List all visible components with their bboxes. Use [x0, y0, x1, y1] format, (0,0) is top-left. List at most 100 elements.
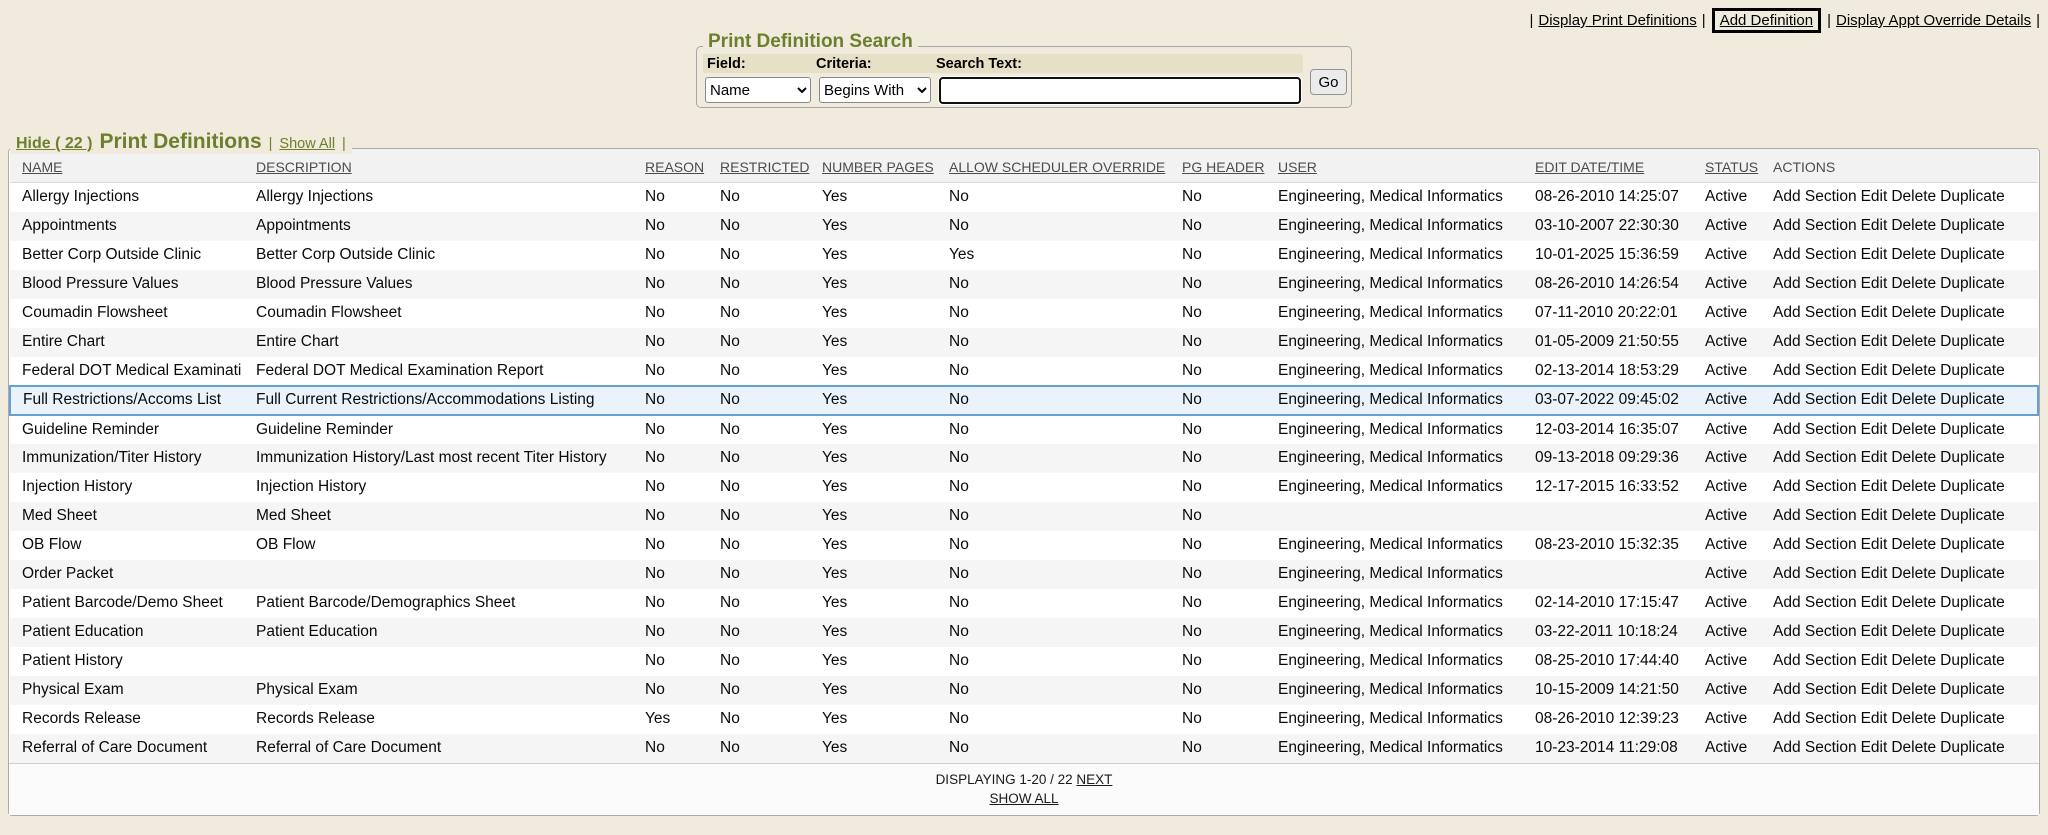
table-row[interactable]: Coumadin FlowsheetCoumadin FlowsheetNoNo… [10, 299, 2038, 328]
edit-action-link[interactable]: Edit [1861, 565, 1888, 582]
edit-action-link[interactable]: Edit [1861, 188, 1888, 205]
add-section-action-link[interactable]: Add Section [1773, 391, 1857, 408]
delete-action-link[interactable]: Delete [1891, 507, 1936, 524]
duplicate-action-link[interactable]: Duplicate [1940, 333, 2005, 350]
duplicate-action-link[interactable]: Duplicate [1940, 421, 2005, 438]
add-section-action-link[interactable]: Add Section [1773, 739, 1857, 756]
delete-action-link[interactable]: Delete [1891, 275, 1936, 292]
delete-action-link[interactable]: Delete [1891, 362, 1936, 379]
table-row[interactable]: Full Restrictions/Accoms ListFull Curren… [10, 386, 2038, 415]
edit-action-link[interactable]: Edit [1861, 333, 1888, 350]
add-section-action-link[interactable]: Add Section [1773, 536, 1857, 553]
display-appt-override-details-link[interactable]: Display Appt Override Details [1836, 12, 2031, 29]
delete-action-link[interactable]: Delete [1891, 652, 1936, 669]
table-row[interactable]: Federal DOT Medical ExaminatiFederal DOT… [10, 357, 2038, 386]
table-row[interactable]: Injection HistoryInjection HistoryNoNoYe… [10, 473, 2038, 502]
add-section-action-link[interactable]: Add Section [1773, 188, 1857, 205]
delete-action-link[interactable]: Delete [1891, 449, 1936, 466]
add-section-action-link[interactable]: Add Section [1773, 246, 1857, 263]
edit-action-link[interactable]: Edit [1861, 681, 1888, 698]
edit-action-link[interactable]: Edit [1861, 478, 1888, 495]
edit-action-link[interactable]: Edit [1861, 536, 1888, 553]
table-row[interactable]: OB FlowOB FlowNoNoYesNoNoEngineering, Me… [10, 531, 2038, 560]
column-header-edit-datetime[interactable]: EDIT DATE/TIME [1535, 149, 1705, 183]
delete-action-link[interactable]: Delete [1891, 421, 1936, 438]
column-header-user[interactable]: USER [1278, 149, 1535, 183]
table-row[interactable]: Patient HistoryNoNoYesNoNoEngineering, M… [10, 647, 2038, 676]
edit-action-link[interactable]: Edit [1861, 652, 1888, 669]
delete-action-link[interactable]: Delete [1891, 333, 1936, 350]
duplicate-action-link[interactable]: Duplicate [1940, 449, 2005, 466]
table-row[interactable]: AppointmentsAppointmentsNoNoYesNoNoEngin… [10, 212, 2038, 241]
add-section-action-link[interactable]: Add Section [1773, 478, 1857, 495]
add-section-action-link[interactable]: Add Section [1773, 304, 1857, 321]
column-header-number-pages[interactable]: NUMBER PAGES [822, 149, 949, 183]
delete-action-link[interactable]: Delete [1891, 217, 1936, 234]
duplicate-action-link[interactable]: Duplicate [1940, 507, 2005, 524]
duplicate-action-link[interactable]: Duplicate [1940, 275, 2005, 292]
duplicate-action-link[interactable]: Duplicate [1940, 188, 2005, 205]
table-row[interactable]: Med SheetMed SheetNoNoYesNoNoActiveAdd S… [10, 502, 2038, 531]
table-row[interactable]: Blood Pressure ValuesBlood Pressure Valu… [10, 270, 2038, 299]
go-button[interactable]: Go [1310, 69, 1347, 95]
add-section-action-link[interactable]: Add Section [1773, 362, 1857, 379]
table-row[interactable]: Physical ExamPhysical ExamNoNoYesNoNoEng… [10, 676, 2038, 705]
edit-action-link[interactable]: Edit [1861, 623, 1888, 640]
duplicate-action-link[interactable]: Duplicate [1940, 536, 2005, 553]
hide-link[interactable]: Hide ( 22 ) [16, 135, 92, 153]
add-definition-link-focused[interactable]: Add Definition [1712, 8, 1821, 33]
edit-action-link[interactable]: Edit [1861, 246, 1888, 263]
delete-action-link[interactable]: Delete [1891, 391, 1936, 408]
table-row[interactable]: Records ReleaseRecords ReleaseYesNoYesNo… [10, 705, 2038, 734]
delete-action-link[interactable]: Delete [1891, 739, 1936, 756]
next-page-link[interactable]: NEXT [1076, 772, 1112, 787]
add-section-action-link[interactable]: Add Section [1773, 333, 1857, 350]
duplicate-action-link[interactable]: Duplicate [1940, 246, 2005, 263]
edit-action-link[interactable]: Edit [1861, 304, 1888, 321]
add-section-action-link[interactable]: Add Section [1773, 421, 1857, 438]
add-section-action-link[interactable]: Add Section [1773, 507, 1857, 524]
search-text-input[interactable] [939, 77, 1301, 104]
add-section-action-link[interactable]: Add Section [1773, 594, 1857, 611]
duplicate-action-link[interactable]: Duplicate [1940, 594, 2005, 611]
table-row[interactable]: Guideline ReminderGuideline ReminderNoNo… [10, 415, 2038, 444]
add-section-action-link[interactable]: Add Section [1773, 275, 1857, 292]
duplicate-action-link[interactable]: Duplicate [1940, 217, 2005, 234]
duplicate-action-link[interactable]: Duplicate [1940, 391, 2005, 408]
add-section-action-link[interactable]: Add Section [1773, 652, 1857, 669]
add-section-action-link[interactable]: Add Section [1773, 217, 1857, 234]
edit-action-link[interactable]: Edit [1861, 421, 1888, 438]
column-header-name[interactable]: NAME [10, 149, 256, 183]
delete-action-link[interactable]: Delete [1891, 623, 1936, 640]
delete-action-link[interactable]: Delete [1891, 710, 1936, 727]
edit-action-link[interactable]: Edit [1861, 275, 1888, 292]
add-section-action-link[interactable]: Add Section [1773, 565, 1857, 582]
edit-action-link[interactable]: Edit [1861, 362, 1888, 379]
duplicate-action-link[interactable]: Duplicate [1940, 739, 2005, 756]
show-all-link[interactable]: Show All [279, 136, 335, 152]
edit-action-link[interactable]: Edit [1861, 391, 1888, 408]
column-header-restricted[interactable]: RESTRICTED [720, 149, 822, 183]
table-row[interactable]: Allergy InjectionsAllergy InjectionsNoNo… [10, 183, 2038, 212]
edit-action-link[interactable]: Edit [1861, 739, 1888, 756]
add-section-action-link[interactable]: Add Section [1773, 681, 1857, 698]
table-row[interactable]: Order PacketNoNoYesNoNoEngineering, Medi… [10, 560, 2038, 589]
delete-action-link[interactable]: Delete [1891, 681, 1936, 698]
column-header-status[interactable]: STATUS [1705, 149, 1773, 183]
duplicate-action-link[interactable]: Duplicate [1940, 565, 2005, 582]
duplicate-action-link[interactable]: Duplicate [1940, 362, 2005, 379]
column-header-reason[interactable]: REASON [645, 149, 720, 183]
edit-action-link[interactable]: Edit [1861, 594, 1888, 611]
criteria-select[interactable]: Begins With [819, 77, 931, 103]
add-section-action-link[interactable]: Add Section [1773, 710, 1857, 727]
delete-action-link[interactable]: Delete [1891, 304, 1936, 321]
duplicate-action-link[interactable]: Duplicate [1940, 623, 2005, 640]
duplicate-action-link[interactable]: Duplicate [1940, 652, 2005, 669]
table-row[interactable]: Patient EducationPatient EducationNoNoYe… [10, 618, 2038, 647]
add-section-action-link[interactable]: Add Section [1773, 623, 1857, 640]
edit-action-link[interactable]: Edit [1861, 449, 1888, 466]
delete-action-link[interactable]: Delete [1891, 594, 1936, 611]
edit-action-link[interactable]: Edit [1861, 710, 1888, 727]
delete-action-link[interactable]: Delete [1891, 188, 1936, 205]
edit-action-link[interactable]: Edit [1861, 217, 1888, 234]
